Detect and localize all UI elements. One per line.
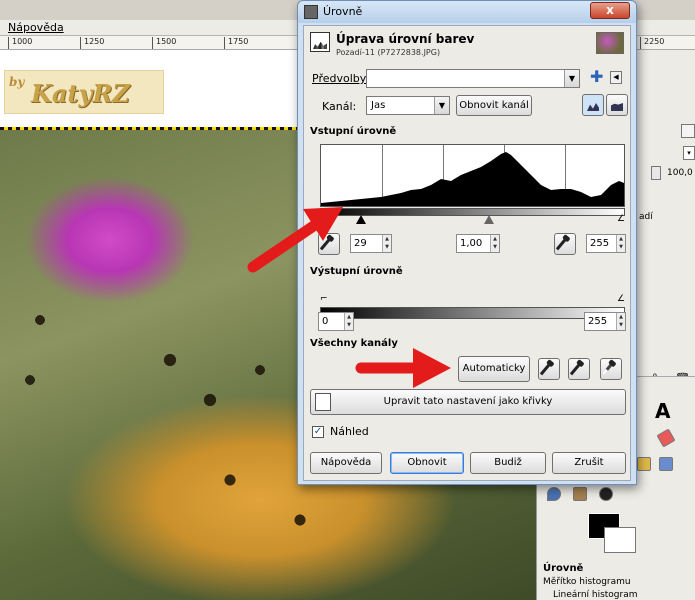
ruler-tick: 1750 (224, 37, 248, 49)
channel-label: Kanál: (322, 100, 357, 113)
spin-arrows-icon[interactable]: ▲ ▼ (616, 235, 625, 252)
input-low-value: 29 (354, 238, 367, 249)
histogram-curve (321, 152, 624, 206)
histogram-scale-label: Měřítko histogramu (543, 577, 631, 587)
logo-name-text: KatyRZ (31, 79, 130, 108)
blur-tool-icon[interactable] (547, 487, 561, 501)
ruler-tick: 1250 (80, 37, 104, 49)
input-gamma-value: 1,00 (460, 238, 483, 249)
eraser-tool-icon[interactable] (656, 428, 676, 448)
preview-checkbox[interactable]: ✓ (312, 426, 324, 438)
preview-label: Náhled (330, 425, 369, 438)
spin-arrows-icon[interactable]: ▲ ▼ (490, 235, 499, 252)
eyedropper-icon (555, 237, 568, 251)
levels-icon (310, 32, 330, 52)
opacity-value: 100,0 (667, 168, 693, 178)
spin-arrows-icon[interactable]: ▲ ▼ (344, 313, 353, 330)
ruler-tick: 2250 (640, 37, 664, 49)
input-low-spinner[interactable]: 29 ▲ ▼ (350, 234, 392, 253)
help-button[interactable]: Nápověda (310, 452, 382, 474)
annotation-arrow-input (247, 207, 343, 273)
logarithmic-histogram-icon[interactable] (606, 94, 628, 116)
linear-histogram-icon[interactable] (582, 94, 604, 116)
output-high-spinner[interactable]: 255 ▲ ▼ (584, 312, 626, 331)
close-button[interactable]: x (590, 2, 630, 19)
channel-value: Jas (371, 100, 386, 111)
input-black-point-handle[interactable] (356, 215, 366, 224)
panel-label-partial: adí (639, 212, 653, 222)
text-tool-icon[interactable]: A (655, 399, 670, 423)
input-gamma-handle[interactable] (484, 215, 494, 224)
edit-as-curves-button[interactable]: Upravit tato nastavení jako křivky (310, 389, 626, 415)
watermark-logo: by KatyRZ (4, 70, 164, 114)
output-black-handle[interactable]: ⌐ (320, 294, 328, 304)
presets-combo[interactable]: ▼ (366, 69, 580, 88)
eyedropper-icon (601, 362, 614, 376)
window-title: Úrovně (323, 5, 363, 18)
logo-by-text: by (9, 75, 25, 89)
dialog-header-subtitle: Pozadí-11 (P7272838.JPG) (336, 48, 441, 57)
output-white-handle[interactable]: ∠ (617, 294, 625, 304)
ruler-tick: 1500 (152, 37, 176, 49)
chevron-down-icon[interactable]: ▼ (434, 97, 449, 114)
preset-menu-icon[interactable]: ◀ (610, 71, 622, 84)
chain-icon[interactable] (681, 124, 695, 138)
channel-combo[interactable]: Jas ▼ (366, 96, 450, 115)
menu-help[interactable]: Nápověda (8, 21, 64, 34)
curves-icon (315, 393, 331, 411)
smudge-tool-icon[interactable] (573, 487, 587, 501)
dodge-burn-tool-icon[interactable] (599, 487, 613, 501)
linear-histogram-radio[interactable]: Lineární histogram (553, 590, 638, 600)
input-levels-title: Vstupní úrovně (310, 126, 397, 137)
dialog-header-title: Úprava úrovní barev (336, 32, 475, 46)
eyedropper-icon (569, 362, 582, 376)
image-thumbnail (596, 32, 624, 54)
input-gamma-spinner[interactable]: 1,00 ▲ ▼ (456, 234, 500, 253)
cancel-button[interactable]: Zrušit (552, 452, 626, 474)
reset-channel-button[interactable]: Obnovit kanál (456, 95, 532, 116)
output-high-value: 255 (588, 316, 608, 327)
heal-tool-icon[interactable] (659, 457, 673, 471)
spin-arrows-icon[interactable]: ▲ ▼ (382, 235, 391, 252)
output-low-value: 0 (322, 316, 329, 327)
levels-dock-title: Úrovně (543, 563, 584, 574)
add-preset-icon[interactable]: ✚ (590, 69, 604, 87)
white-point-picker-button[interactable] (554, 233, 576, 255)
auto-button[interactable]: Automaticky (458, 356, 530, 382)
presets-label: Předvolby: (312, 72, 370, 85)
input-white-point-handle[interactable]: ∠ (617, 214, 625, 224)
output-gradient-bar (320, 307, 625, 319)
opacity-slider-handle[interactable] (651, 166, 661, 180)
annotation-arrow-auto (355, 348, 451, 388)
canvas-top-area: by KatyRZ (0, 50, 300, 130)
output-low-spinner[interactable]: 0 ▲ ▼ (318, 312, 354, 331)
chevron-down-icon[interactable]: ▼ (564, 70, 579, 87)
spin-arrows-icon[interactable]: ▲ ▼ (616, 313, 625, 330)
input-high-spinner[interactable]: 255 ▲ ▼ (586, 234, 626, 253)
histogram (320, 144, 625, 207)
curves-button-label: Upravit tato nastavení jako křivky (383, 396, 553, 407)
ruler-tick: 1000 (8, 37, 32, 49)
pick-gray-point-button[interactable] (568, 358, 590, 380)
dropdown-arrow-icon[interactable]: ▾ (683, 146, 695, 160)
ok-button[interactable]: Budiž (470, 452, 546, 474)
gimp-app-icon (304, 5, 318, 19)
reset-button[interactable]: Obnovit (390, 452, 464, 474)
pick-white-point-button[interactable] (600, 358, 622, 380)
input-high-value: 255 (590, 238, 610, 249)
background-color-swatch[interactable] (604, 527, 636, 553)
pick-black-point-button[interactable] (538, 358, 560, 380)
dialog-titlebar[interactable]: Úrovně x (298, 1, 636, 23)
eyedropper-icon (539, 362, 552, 376)
clone-tool-icon[interactable] (637, 457, 651, 471)
